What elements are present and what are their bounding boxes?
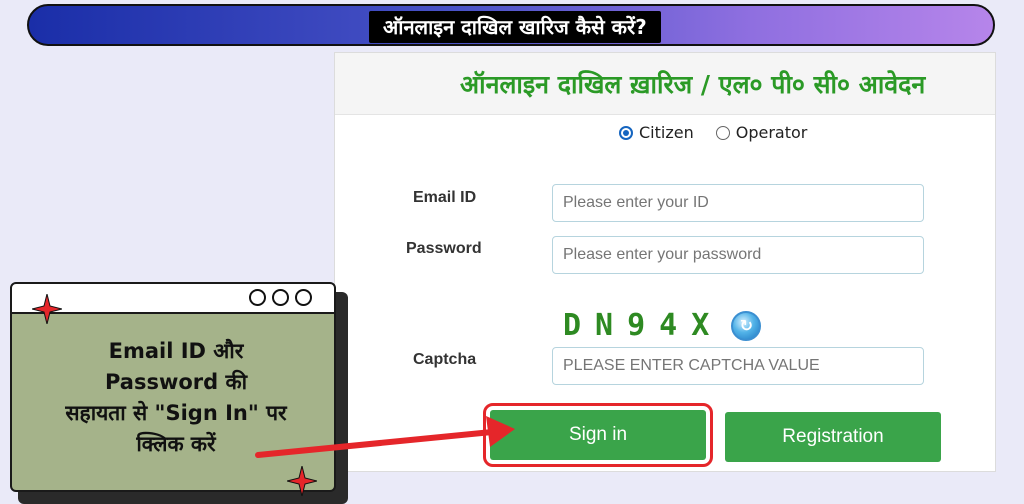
captcha-field[interactable] xyxy=(552,347,924,385)
callout-line: क्लिक करें xyxy=(136,432,216,456)
form-title: ऑनलाइन दाखिल ख़ारिज / एल० पी० सी० आवेदन xyxy=(460,70,926,99)
captcha-code: DN94X xyxy=(563,308,724,343)
radio-citizen[interactable]: Citizen xyxy=(619,123,694,142)
login-panel: ऑनलाइन दाखिल ख़ारिज / एल० पी० सी० आवेदन … xyxy=(334,52,996,472)
callout-line: Email ID और xyxy=(108,339,244,363)
email-field[interactable] xyxy=(552,184,924,222)
email-label: Email ID xyxy=(413,189,477,206)
radio-operator-label: Operator xyxy=(735,123,808,142)
sparkle-star-icon xyxy=(287,466,317,496)
password-label: Password xyxy=(406,240,482,257)
radio-button-unchecked[interactable] xyxy=(715,125,730,140)
window-dot-icon xyxy=(249,289,266,306)
window-dot-icon xyxy=(295,289,312,306)
callout-line: सहायता से "Sign In" पर xyxy=(65,401,287,425)
top-banner: ऑनलाइन दाखिल खारिज कैसे करें? xyxy=(27,4,995,46)
banner-title: ऑनलाइन दाखिल खारिज कैसे करें? xyxy=(369,11,661,43)
captcha-display: DN94X ↻ xyxy=(563,308,762,343)
user-type-radio-group: Citizen Operator xyxy=(619,123,829,142)
refresh-captcha-icon[interactable]: ↻ xyxy=(731,310,762,341)
sparkle-star-icon xyxy=(32,294,62,324)
callout-line: Password की xyxy=(104,370,248,394)
window-dots xyxy=(243,289,312,306)
panel-header: ऑनलाइन दाखिल ख़ारिज / एल० पी० सी० आवेदन xyxy=(335,53,995,115)
window-dot-icon xyxy=(272,289,289,306)
radio-button-checked[interactable] xyxy=(619,125,633,140)
registration-button[interactable]: Registration xyxy=(725,412,941,462)
radio-operator[interactable]: Operator xyxy=(715,123,808,142)
captcha-label: Captcha xyxy=(413,351,477,368)
signin-button[interactable]: Sign in xyxy=(490,410,706,460)
radio-citizen-label: Citizen xyxy=(639,123,694,142)
callout-instruction: Email ID और Password की सहायता से "Sign … xyxy=(26,336,326,460)
password-field[interactable] xyxy=(552,236,924,274)
